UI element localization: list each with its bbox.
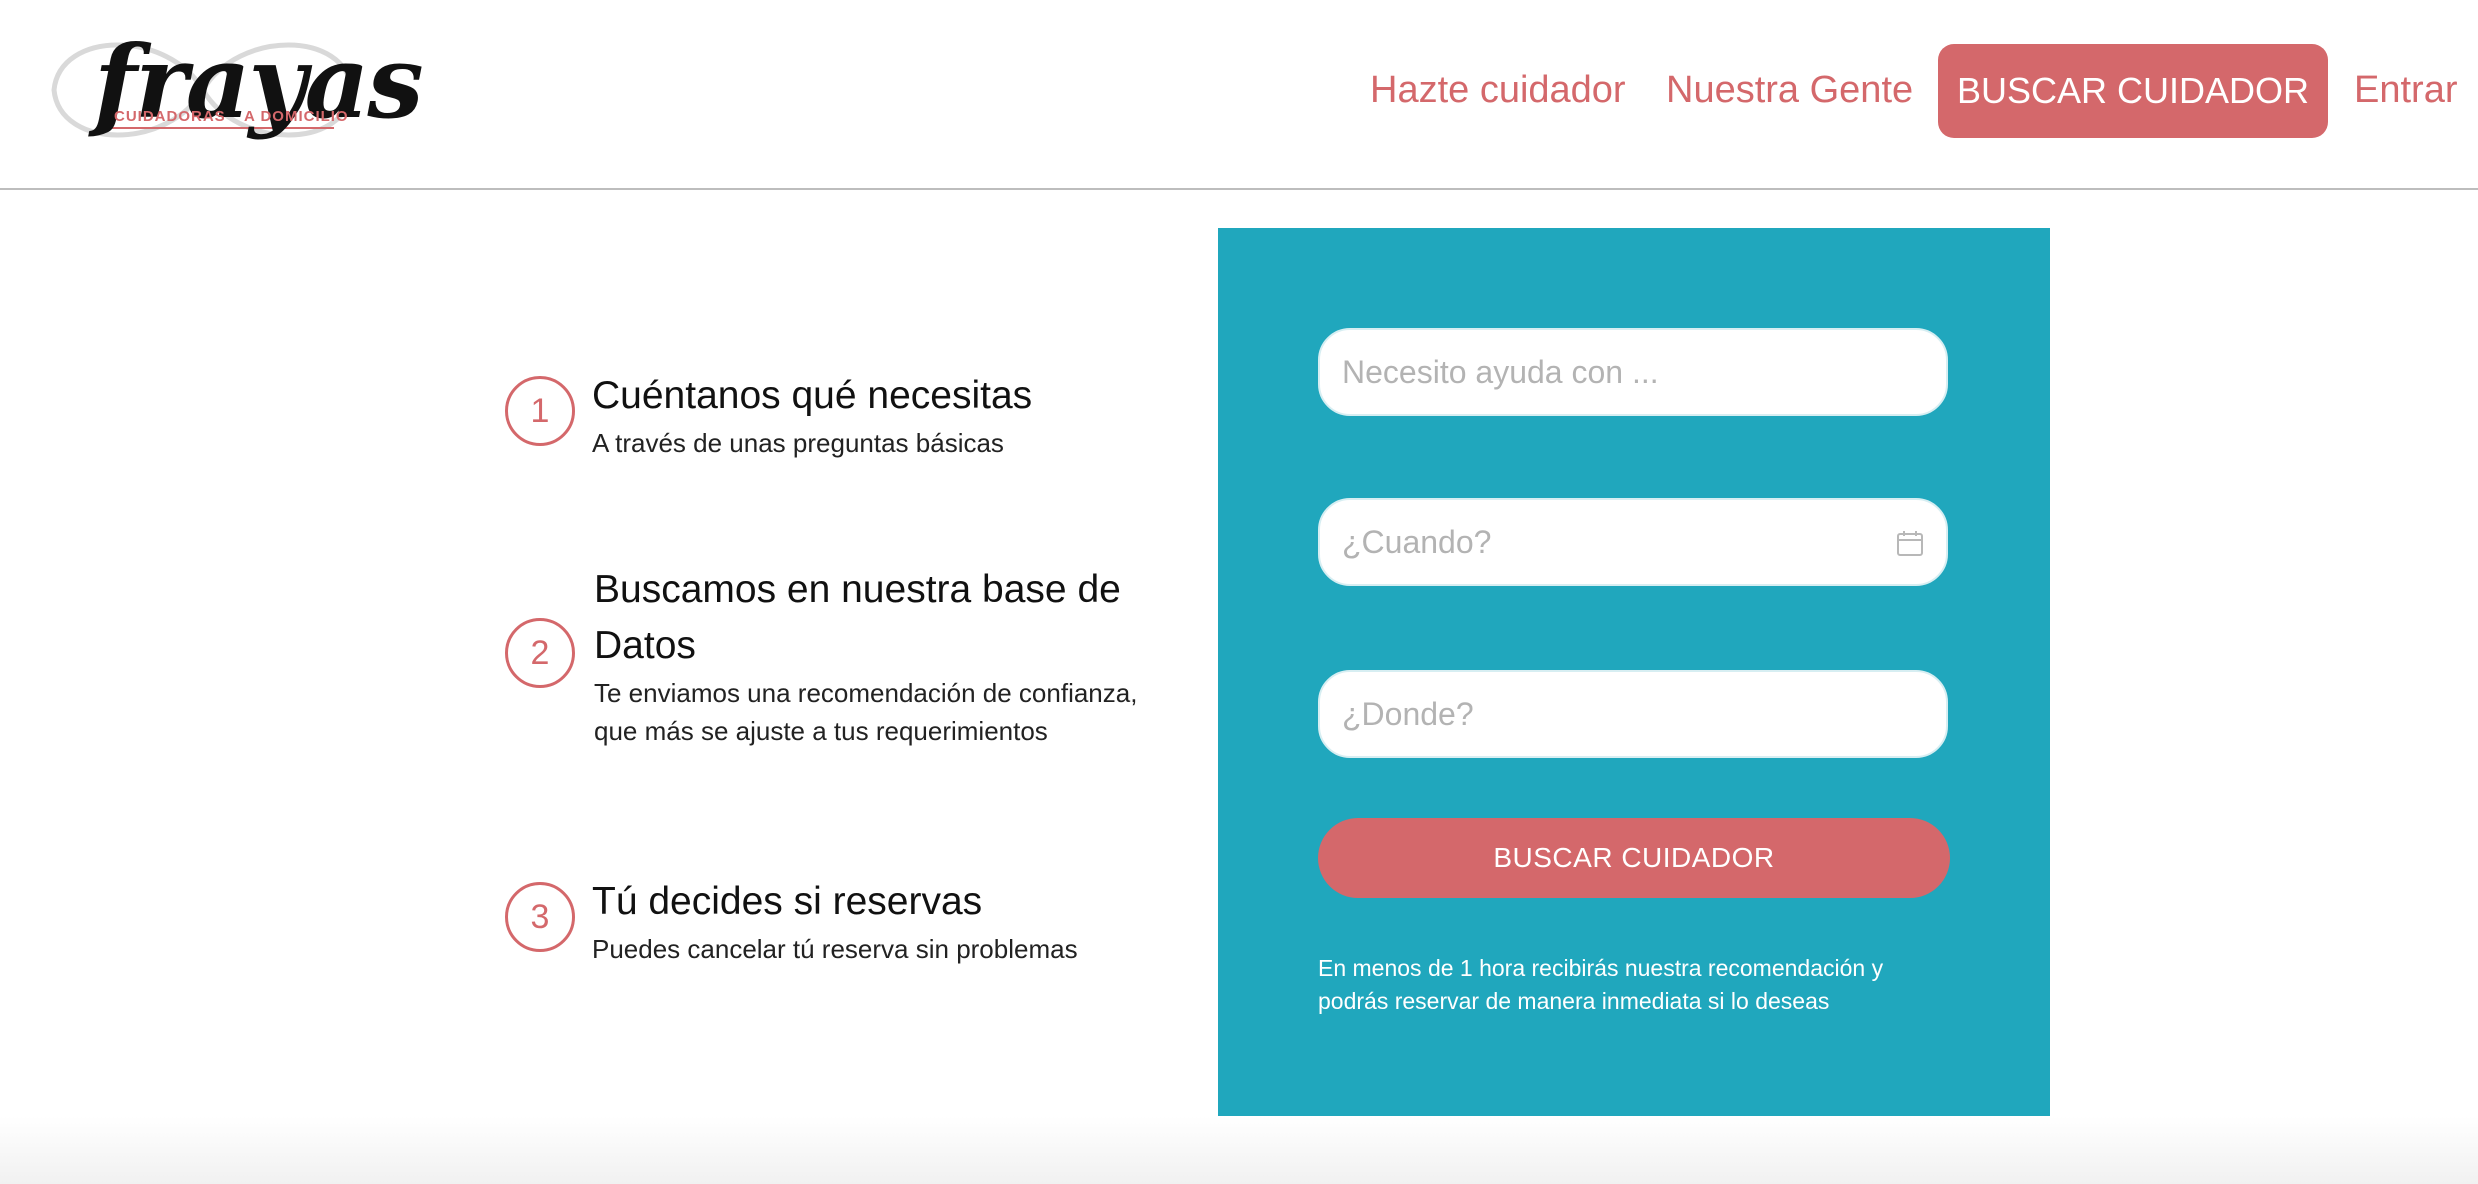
panel-note-line-1: En menos de 1 hora recibirás nuestra rec… xyxy=(1318,955,1884,981)
when-placeholder: ¿Cuando? xyxy=(1342,523,1492,560)
where-location-input[interactable]: ¿Donde? xyxy=(1318,670,1948,758)
nav-entrar-link[interactable]: Entrar xyxy=(2354,64,2457,116)
panel-note-line-2: podrás reservar de manera inmediata si l… xyxy=(1318,988,1830,1014)
logo-tagline-left: CUIDADORAS xyxy=(114,108,226,125)
buscar-cuidador-submit-button[interactable]: BUSCAR CUIDADOR xyxy=(1318,818,1950,898)
step-3-desc: Puedes cancelar tú reserva sin problemas xyxy=(592,934,1078,964)
when-date-input[interactable]: ¿Cuando? xyxy=(1318,498,1948,586)
logo-tagline-right: A DOMICILIO xyxy=(244,108,349,125)
need-help-input[interactable]: Necesito ayuda con ... xyxy=(1318,328,1948,416)
step-1-number-icon: 1 xyxy=(505,376,575,446)
step-2-number-icon: 2 xyxy=(505,618,575,688)
page-bottom-edge xyxy=(0,1116,2478,1184)
nav-nuestra-gente[interactable]: Nuestra Gente xyxy=(1666,64,1913,116)
calendar-icon[interactable] xyxy=(1896,529,1924,557)
step-2-title-line-2: Datos xyxy=(594,624,696,667)
step-3-title: Tú decides si reservas xyxy=(592,880,983,923)
step-1-desc: A través de unas preguntas básicas xyxy=(592,428,1004,458)
site-header: frayas CUIDADORAS A DOMICILIO Hazte cuid… xyxy=(0,0,2478,190)
nav-hazte-cuidador[interactable]: Hazte cuidador xyxy=(1370,64,1626,116)
step-3-number-icon: 3 xyxy=(505,882,575,952)
step-2-title-line-1: Buscamos en nuestra base de xyxy=(594,568,1121,611)
nav-buscar-cuidador-button[interactable]: BUSCAR CUIDADOR xyxy=(1938,44,2328,138)
search-panel: Necesito ayuda con ... ¿Cuando? ¿Donde? … xyxy=(1218,228,2050,1116)
frayas-logo[interactable]: frayas CUIDADORAS A DOMICILIO xyxy=(48,22,424,158)
panel-note: En menos de 1 hora recibirás nuestra rec… xyxy=(1318,952,1958,1018)
step-2-desc-line-2: que más se ajuste a tus requerimientos xyxy=(594,716,1048,746)
step-2-desc-line-1: Te enviamos una recomendación de confian… xyxy=(594,678,1138,708)
step-1-title: Cuéntanos qué necesitas xyxy=(592,374,1033,417)
